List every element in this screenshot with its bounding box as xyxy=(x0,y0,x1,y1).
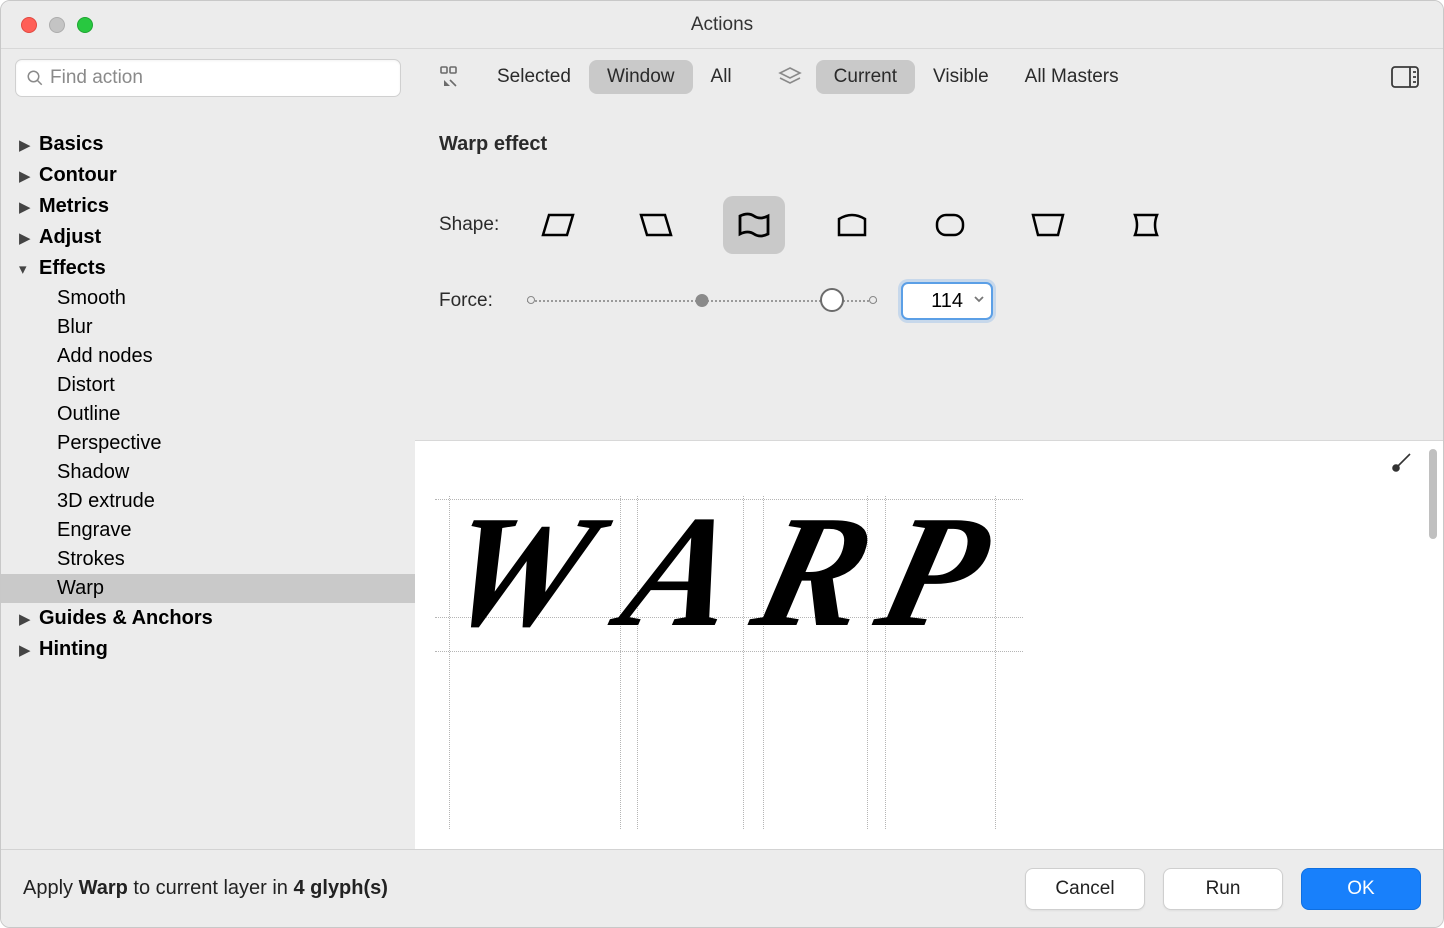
warp-shape-4[interactable] xyxy=(919,196,981,254)
preview-scrollbar[interactable] xyxy=(1429,449,1437,539)
action-add-nodes[interactable]: Add nodes xyxy=(1,342,415,371)
category-adjust[interactable]: ▶Adjust xyxy=(1,222,415,253)
category-guides-anchors[interactable]: ▶Guides & Anchors xyxy=(1,603,415,634)
scope-selected[interactable]: Selected xyxy=(479,60,589,94)
search-input-wrapper[interactable] xyxy=(15,59,401,97)
category-metrics[interactable]: ▶Metrics xyxy=(1,191,415,222)
action-outline[interactable]: Outline xyxy=(1,400,415,429)
shape-label: Shape: xyxy=(439,214,517,236)
panel-title: Warp effect xyxy=(439,133,1419,156)
brush-icon[interactable] xyxy=(1391,451,1413,478)
warp-shape-5[interactable] xyxy=(1017,196,1079,254)
toggle-sidebar-icon[interactable] xyxy=(1383,66,1427,88)
cancel-button[interactable]: Cancel xyxy=(1025,868,1145,910)
window-title: Actions xyxy=(1,14,1443,36)
action-perspective[interactable]: Perspective xyxy=(1,429,415,458)
scope-window[interactable]: Window xyxy=(589,60,693,94)
warp-shape-0[interactable] xyxy=(527,196,589,254)
preview-area: W A R P xyxy=(415,440,1443,849)
category-effects[interactable]: ▾Effects xyxy=(1,253,415,284)
action-distort[interactable]: Distort xyxy=(1,371,415,400)
preview-glyph-a: A xyxy=(606,479,759,664)
action-3d-extrude[interactable]: 3D extrude xyxy=(1,487,415,516)
layers-visible[interactable]: Visible xyxy=(915,60,1007,94)
slider-midpoint xyxy=(696,294,709,307)
action-engrave[interactable]: Engrave xyxy=(1,516,415,545)
warp-shape-1[interactable] xyxy=(625,196,687,254)
action-smooth[interactable]: Smooth xyxy=(1,284,415,313)
category-basics[interactable]: ▶Basics xyxy=(1,129,415,160)
chevron-down-icon: ▾ xyxy=(19,260,33,278)
run-button[interactable]: Run xyxy=(1163,868,1283,910)
layers-segment: Current Visible All Masters xyxy=(816,60,1137,94)
selection-mode-icon[interactable] xyxy=(431,66,475,88)
search-input[interactable] xyxy=(50,67,390,89)
chevron-right-icon: ▶ xyxy=(19,198,33,216)
ok-button[interactable]: OK xyxy=(1301,868,1421,910)
preview-glyph-w: W xyxy=(426,479,614,664)
warp-shape-6[interactable] xyxy=(1115,196,1177,254)
category-contour[interactable]: ▶Contour xyxy=(1,160,415,191)
action-blur[interactable]: Blur xyxy=(1,313,415,342)
action-shadow[interactable]: Shadow xyxy=(1,458,415,487)
layers-all-masters[interactable]: All Masters xyxy=(1007,60,1137,94)
layers-current[interactable]: Current xyxy=(816,60,915,94)
action-strokes[interactable]: Strokes xyxy=(1,545,415,574)
scope-all[interactable]: All xyxy=(693,60,750,94)
vgrid xyxy=(995,496,996,829)
category-list: ▶Basics ▶Contour ▶Metrics ▶Adjust ▾Effec… xyxy=(1,105,415,665)
warp-shape-2[interactable] xyxy=(723,196,785,254)
slider-max-tick xyxy=(869,296,877,304)
warp-shape-3[interactable] xyxy=(821,196,883,254)
chevron-right-icon: ▶ xyxy=(19,136,33,154)
status-text: Apply Warp to current layer in 4 glyph(s… xyxy=(23,877,388,900)
category-hinting[interactable]: ▶Hinting xyxy=(1,634,415,665)
slider-min-tick xyxy=(527,296,535,304)
force-label: Force: xyxy=(439,290,517,312)
chevron-right-icon: ▶ xyxy=(19,641,33,659)
force-input[interactable] xyxy=(909,290,963,313)
force-slider[interactable] xyxy=(527,291,877,311)
force-input-wrapper[interactable] xyxy=(901,282,993,320)
search-icon xyxy=(26,69,44,87)
chevron-down-icon[interactable] xyxy=(973,292,985,310)
chevron-right-icon: ▶ xyxy=(19,167,33,185)
slider-handle[interactable] xyxy=(820,288,844,312)
chevron-right-icon: ▶ xyxy=(19,610,33,628)
layers-icon xyxy=(768,66,812,88)
scope-segment: Selected Window All xyxy=(479,60,750,94)
chevron-right-icon: ▶ xyxy=(19,229,33,247)
action-warp[interactable]: Warp xyxy=(1,574,415,603)
